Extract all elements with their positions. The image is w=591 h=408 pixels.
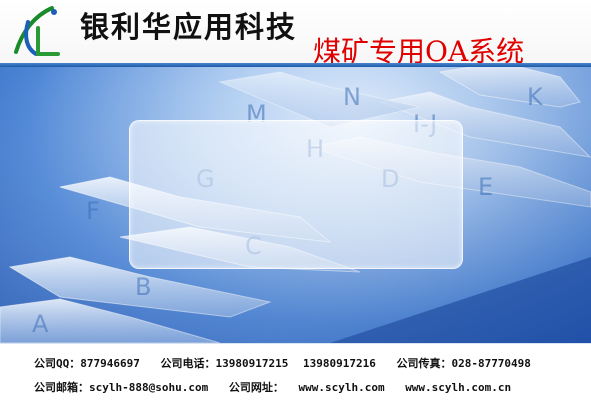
company-name: 银利华应用科技 [80, 10, 298, 44]
header: 银利华应用科技 煤矿专用OA系统 [0, 0, 591, 68]
company-phone: 公司电话：13980917215 [160, 357, 289, 370]
company-logo-icon [14, 6, 60, 56]
company-website-label: 公司网址： [228, 381, 284, 394]
footer-line-2: 公司邮箱：scylh-888@sohu.com 公司网址： www.scylh.… [34, 379, 525, 395]
login-panel [129, 120, 463, 269]
company-phone-2: 13980917216 [302, 357, 376, 370]
footer-contact: 公司QQ：877946697 公司电话：13980917215 13980917… [0, 343, 591, 408]
company-website-2[interactable]: www.scylh.com.cn [405, 381, 511, 394]
company-website-1[interactable]: www.scylh.com [298, 381, 384, 394]
footer-line-1: 公司QQ：877946697 公司电话：13980917215 13980917… [34, 355, 545, 371]
company-email: 公司邮箱：scylh-888@sohu.com [34, 381, 209, 394]
banner-image: A B C D E F G H I-J K M N [0, 67, 591, 343]
company-fax: 公司传真：028-87770498 [396, 357, 531, 370]
company-qq: 公司QQ：877946697 [34, 357, 140, 370]
